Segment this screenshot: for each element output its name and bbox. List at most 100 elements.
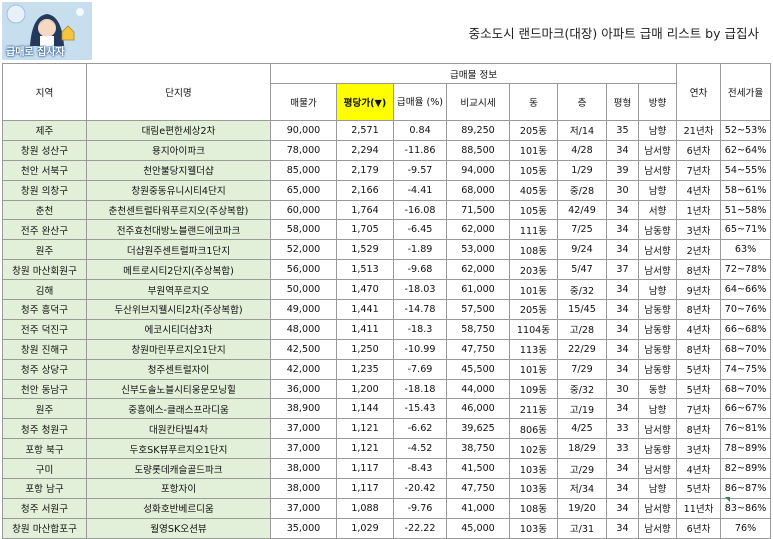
discount-rate-cell: -9.76 (393, 497, 447, 519)
dong-cell: 113동 (509, 338, 558, 360)
year-cell: 8년차 (676, 338, 722, 360)
listing-price-cell: 90,000 (270, 120, 337, 141)
direction-cell: 남동향 (637, 438, 678, 460)
comparison-price-cell: 57,500 (446, 299, 510, 320)
year-cell: 2년차 (676, 239, 722, 261)
cell-marker-icon (725, 497, 730, 502)
header-price-per-pyeong[interactable]: 평당가(▼) (336, 83, 394, 121)
comparison-price-cell: 89,250 (446, 120, 510, 141)
complex-cell: 춘천센트럴타워푸르지오(주상복합) (86, 199, 271, 221)
direction-cell: 남서향 (637, 517, 678, 539)
floor-cell: 중/28 (557, 179, 607, 201)
listing-price-cell: 60,000 (270, 199, 337, 221)
comparison-price-cell: 41,000 (446, 497, 510, 519)
complex-cell: 월영SK오션뷰 (86, 517, 271, 539)
discount-rate-cell: -4.41 (393, 179, 447, 201)
pyeong-cell: 34 (606, 458, 639, 480)
year-cell: 4년차 (676, 458, 722, 480)
pyeong-cell: 30 (606, 378, 639, 400)
listing-price-cell: 42,000 (270, 358, 337, 380)
dong-cell: 103동 (509, 478, 558, 499)
region-cell: 천안 서북구 (2, 159, 87, 181)
jeonse-ratio-cell: 52~53% (720, 120, 772, 141)
table-row: 천안 동남구 신부도솔노블시티웅문모닝힐 36,000 1,200 -18.18 44,0… (2, 378, 772, 400)
complex-cell: 신부도솔노블시티웅문모닝힐 (86, 378, 271, 400)
jeonse-ratio-cell: 68~70% (720, 338, 772, 360)
comparison-price-cell: 46,000 (446, 398, 510, 420)
complex-cell: 에코시티더샵3차 (86, 318, 271, 340)
discount-rate-cell: -10.99 (393, 338, 447, 360)
floor-cell: 22/29 (557, 338, 607, 360)
year-cell: 4년차 (676, 318, 722, 340)
region-cell: 포항 남구 (2, 478, 87, 499)
jeonse-ratio-cell: 70~76% (720, 299, 772, 320)
price-per-pyeong-cell: 1,250 (336, 338, 394, 360)
dong-cell: 103동 (509, 517, 558, 539)
dong-cell: 105동 (509, 199, 558, 221)
region-cell: 전주 덕진구 (2, 318, 87, 340)
direction-cell: 서향 (637, 199, 678, 221)
listing-price-cell: 48,000 (270, 318, 337, 340)
price-per-pyeong-cell: 2,571 (336, 120, 394, 141)
dong-cell: 102동 (509, 438, 558, 460)
floor-cell: 7/25 (557, 219, 607, 241)
table-row: 김해 부원역푸르지오 50,000 1,470 -18.03 61,000 101동 중/32… (2, 279, 772, 301)
table-row: 창원 마산합포구 월영SK오션뷰 35,000 1,029 -22.22 45,000 10… (2, 517, 772, 539)
listing-price-cell: 38,000 (270, 478, 337, 499)
discount-rate-cell: -16.08 (393, 199, 447, 221)
discount-rate-cell: -11.86 (393, 139, 447, 161)
discount-rate-cell: -22.22 (393, 517, 447, 539)
table-row: 원주 중흥에스-클래스프라디움 38,900 1,144 -15.43 46,000 211… (2, 398, 772, 420)
complex-cell: 성화호반베르디움 (86, 497, 271, 519)
dong-cell: 108동 (509, 497, 558, 519)
jeonse-ratio-cell: 62~64% (720, 139, 772, 161)
table-row: 청주 상당구 청주센트럴자이 42,000 1,235 -7.69 45,500 101동 7… (2, 358, 772, 380)
comparison-price-cell: 44,000 (446, 378, 510, 400)
header-floor: 층 (557, 83, 607, 121)
complex-cell: 중흥에스-클래스프라디움 (86, 398, 271, 420)
listing-price-cell: 85,000 (270, 159, 337, 181)
header-listing-group: 급매물 정보 (269, 63, 678, 84)
price-per-pyeong-cell: 1,029 (336, 517, 394, 539)
pyeong-cell: 34 (606, 497, 639, 519)
floor-cell: 5/47 (557, 259, 607, 281)
dong-cell: 211동 (509, 398, 558, 420)
floor-cell: 저/34 (557, 478, 607, 499)
floor-cell: 4/28 (557, 139, 607, 161)
year-cell: 6년차 (676, 517, 722, 539)
region-cell: 원주 (2, 398, 87, 420)
dong-cell: 101동 (509, 358, 558, 380)
region-cell: 청주 흥덕구 (2, 299, 87, 320)
year-cell: 5년차 (676, 378, 722, 400)
price-per-pyeong-cell: 1,441 (336, 299, 394, 320)
pyeong-cell: 34 (606, 398, 639, 420)
discount-rate-cell: -9.57 (393, 159, 447, 181)
direction-cell: 남서향 (637, 159, 678, 181)
dong-cell: 105동 (509, 159, 558, 181)
direction-cell: 남향 (637, 398, 678, 420)
floor-cell: 저/14 (557, 120, 607, 141)
pyeong-cell: 34 (606, 279, 639, 301)
year-cell: 5년차 (676, 358, 722, 380)
complex-cell: 창원마린푸르지오1단지 (86, 338, 271, 360)
table-row: 전주 덕진구 에코시티더샵3차 48,000 1,411 -18.3 58,750 1104… (2, 318, 772, 340)
floor-cell: 고/19 (557, 398, 607, 420)
year-cell: 4년차 (676, 179, 722, 201)
table-row: 포항 남구 포항자이 38,000 1,117 -20.42 47,750 103동 저/34… (2, 478, 772, 499)
region-cell: 청주 상당구 (2, 358, 87, 380)
jeonse-ratio-cell: 76~81% (720, 418, 772, 440)
direction-cell: 남동향 (637, 338, 678, 360)
complex-cell: 더샵원주센트럴파크1단지 (86, 239, 271, 261)
header-complex: 단지명 (86, 63, 271, 121)
table-row: 원주 더샵원주센트럴파크1단지 52,000 1,529 -1.89 53,000 108동… (2, 239, 772, 261)
year-cell: 6년차 (676, 139, 722, 161)
pyeong-cell: 34 (606, 478, 639, 499)
listing-price-cell: 58,000 (270, 219, 337, 241)
floor-cell: 15/45 (557, 299, 607, 320)
jeonse-ratio-cell: 66~68% (720, 318, 772, 340)
direction-cell: 남향 (637, 478, 678, 499)
complex-cell: 두호SK뷰푸르지오1단지 (86, 438, 271, 460)
listing-price-cell: 38,900 (270, 398, 337, 420)
table-row: 전주 완산구 전주효천대방노블랜드에코파크 58,000 1,705 -6.45 62,0… (2, 219, 772, 241)
dong-cell: 205동 (509, 299, 558, 320)
